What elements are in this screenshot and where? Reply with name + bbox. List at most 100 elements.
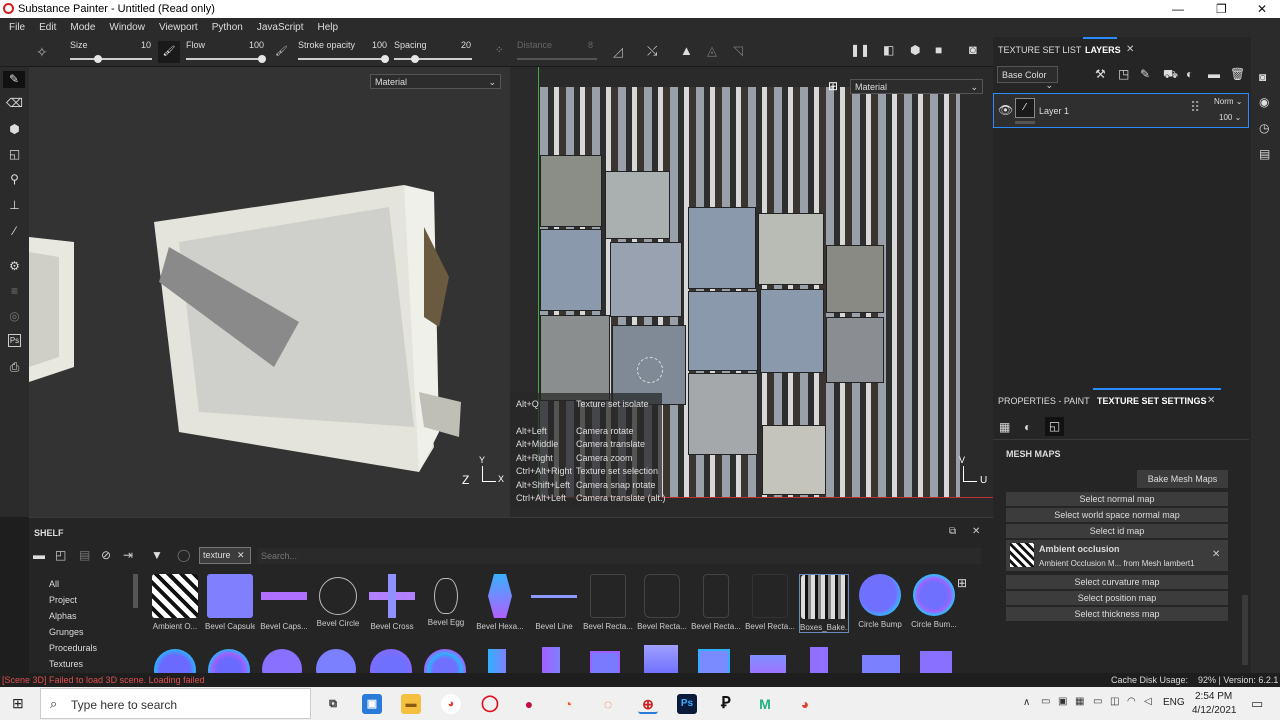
- shelf-thumb[interactable]: [698, 649, 730, 674]
- shelf-search-input[interactable]: [257, 548, 981, 564]
- close-button[interactable]: ✕: [1257, 2, 1267, 16]
- select-world-normal-map-button[interactable]: Select world space normal map: [1006, 508, 1228, 522]
- ambient-occlusion-slot[interactable]: Ambient occlusion Ambient Occlusion M...…: [1006, 540, 1228, 571]
- menu-edit[interactable]: Edit: [39, 22, 56, 33]
- menu-javascript[interactable]: JavaScript: [257, 22, 304, 33]
- add-fill-layer-icon[interactable]: ⛟: [1163, 67, 1178, 83]
- smudge-icon[interactable]: ⚲: [6, 171, 23, 188]
- shelf-item[interactable]: Bevel Line: [529, 574, 579, 631]
- spacing-value[interactable]: 20: [461, 40, 471, 50]
- snap-icon[interactable]: ◹: [733, 43, 743, 59]
- app-icon[interactable]: ◌: [598, 694, 618, 714]
- tray-icon[interactable]: ▣: [1058, 696, 1067, 707]
- shelf-thumb[interactable]: [862, 655, 900, 673]
- size-slider[interactable]: [70, 58, 152, 60]
- shelf-thumb[interactable]: [590, 651, 620, 674]
- viewport-3d[interactable]: Material ⌄ Y Z X: [29, 67, 510, 517]
- projection-icon[interactable]: ⬢: [6, 121, 23, 138]
- shelf-item-selected[interactable]: Boxes_Bake...: [799, 574, 849, 633]
- shelf-item[interactable]: Bevel Hexa...: [475, 574, 525, 631]
- category-scrollbar[interactable]: [133, 574, 138, 608]
- flow-value[interactable]: 100: [249, 40, 264, 50]
- photoshop-export-icon[interactable]: Ps: [8, 334, 21, 347]
- menu-mode[interactable]: Mode: [70, 22, 95, 33]
- shelf-item[interactable]: Bevel Circle: [313, 574, 363, 628]
- symmetry-icon[interactable]: ◿: [613, 44, 623, 60]
- stroke-pen-icon[interactable]: 🖌: [275, 46, 288, 57]
- shelf-item[interactable]: Bevel Recta...: [637, 574, 687, 631]
- screenshot-icon[interactable]: ◙: [969, 42, 977, 57]
- add-mask-icon[interactable]: ◳: [1118, 67, 1129, 81]
- paint-brush-icon[interactable]: ✎: [3, 71, 25, 88]
- stroke-opacity-slider[interactable]: [298, 58, 388, 60]
- tray-chevron-icon[interactable]: ∧: [1023, 697, 1030, 708]
- clone-stamp-icon[interactable]: ⊥: [6, 197, 23, 214]
- layer-channels-icon[interactable]: ⠿: [1190, 99, 1200, 116]
- shelf-thumb[interactable]: [424, 649, 466, 674]
- settings-close-icon[interactable]: ✕: [1207, 395, 1215, 406]
- tab-layers[interactable]: LAYERS: [1085, 45, 1121, 55]
- shelf-thumb[interactable]: [488, 649, 506, 674]
- menu-window[interactable]: Window: [109, 22, 145, 33]
- pause-icon[interactable]: ❚❚: [850, 43, 870, 57]
- battery-icon[interactable]: ▭: [1093, 696, 1102, 707]
- undock-icon[interactable]: ⧉: [949, 526, 956, 537]
- tab-properties-paint[interactable]: PROPERTIES - PAINT: [998, 396, 1090, 406]
- tray-icon[interactable]: ◫: [1110, 696, 1119, 707]
- shelf-item[interactable]: Bevel Egg: [421, 574, 471, 627]
- lazy-mouse-icon[interactable]: ⁘: [495, 45, 503, 56]
- maximize-button[interactable]: ❐: [1216, 2, 1227, 16]
- select-curvature-map-button[interactable]: Select curvature map: [1006, 575, 1228, 589]
- shelf-item[interactable]: Bevel Recta...: [745, 574, 795, 631]
- hide-icon[interactable]: ⊘: [101, 548, 111, 562]
- folder-icon[interactable]: ▬: [33, 548, 45, 562]
- category-project[interactable]: Project: [49, 592, 97, 608]
- shelf-thumb[interactable]: [750, 655, 786, 674]
- shelf-item[interactable]: Bevel Recta...: [583, 574, 633, 631]
- channel-select[interactable]: Base Color ⌄: [997, 66, 1058, 90]
- database-icon[interactable]: ▤: [79, 548, 90, 562]
- opera-icon[interactable]: ◯: [480, 694, 500, 714]
- import-icon[interactable]: ⇥: [123, 548, 133, 562]
- chrome-icon[interactable]: ◕: [795, 694, 815, 714]
- iray-icon[interactable]: ◎: [6, 308, 23, 325]
- shelf-item[interactable]: Circle Bump: [855, 574, 905, 629]
- layers-close-icon[interactable]: ✕: [1126, 44, 1134, 55]
- shelf-thumb[interactable]: [920, 651, 952, 674]
- flow-slider[interactable]: [186, 58, 264, 60]
- tray-icon[interactable]: ▦: [1075, 696, 1084, 707]
- shelf-thumb[interactable]: [208, 649, 250, 674]
- chrome-icon[interactable]: ◕: [441, 694, 461, 714]
- camera-icon[interactable]: ■: [935, 43, 942, 57]
- polygon-fill-icon[interactable]: ◱: [6, 146, 23, 163]
- wifi-icon[interactable]: ◠: [1127, 696, 1136, 707]
- search-scope-icon[interactable]: ◯: [177, 548, 190, 562]
- visibility-eye-icon[interactable]: 👁: [998, 103, 1013, 117]
- uv-tab-icon[interactable]: ◱: [1045, 417, 1064, 436]
- stroke-opacity-knob[interactable]: [381, 55, 389, 63]
- channels-tab-icon[interactable]: ◐: [1024, 420, 1031, 434]
- shelf-item[interactable]: Ambient O...: [150, 574, 200, 631]
- size-slider-knob[interactable]: [94, 55, 102, 63]
- category-grunges[interactable]: Grunges: [49, 624, 97, 640]
- clock-date[interactable]: 4/12/2021: [1192, 705, 1237, 716]
- category-procedurals[interactable]: Procedurals: [49, 640, 97, 656]
- color-picker-icon[interactable]: ⁄: [6, 223, 23, 240]
- filter-tag[interactable]: texture ✕: [199, 547, 251, 564]
- flow-pen-icon[interactable]: 🖌: [158, 41, 180, 63]
- select-thickness-map-button[interactable]: Select thickness map: [1006, 607, 1228, 621]
- stroke-opacity-value[interactable]: 100: [372, 40, 387, 50]
- shelf-thumb[interactable]: [154, 649, 196, 674]
- add-effect-icon[interactable]: ⚒: [1095, 67, 1106, 81]
- spacing-slider-knob[interactable]: [411, 55, 419, 63]
- spacing-slider[interactable]: [394, 58, 472, 60]
- eraser-icon[interactable]: ⌫: [6, 95, 23, 112]
- tab-texture-set-settings[interactable]: TEXTURE SET SETTINGS: [1097, 396, 1207, 406]
- select-position-map-button[interactable]: Select position map: [1006, 591, 1228, 605]
- mirror-icon[interactable]: ◬: [707, 43, 717, 59]
- opacity-select[interactable]: 100 ⌄: [1219, 113, 1241, 122]
- tray-icon[interactable]: ▭: [1041, 696, 1050, 707]
- bake-mesh-maps-button[interactable]: Bake Mesh Maps: [1137, 470, 1228, 488]
- app-icon[interactable]: ●: [519, 694, 539, 714]
- language-indicator[interactable]: ENG: [1163, 697, 1185, 708]
